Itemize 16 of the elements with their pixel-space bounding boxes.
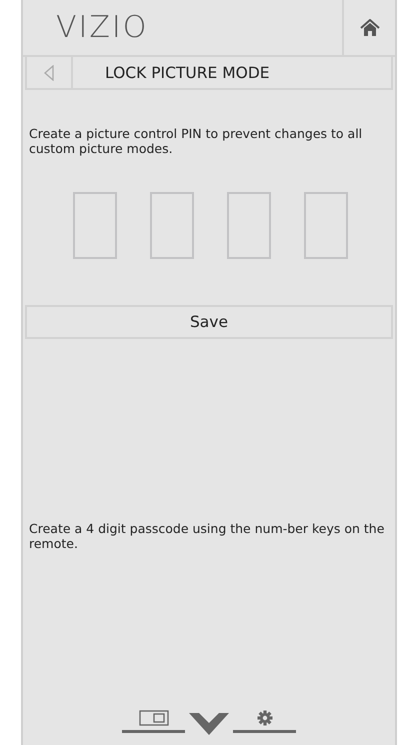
description-text: Create a picture control PIN to prevent changes to all custom picture modes.	[29, 126, 364, 156]
picture-in-picture-icon	[138, 710, 168, 726]
pin-digit-field[interactable]	[304, 192, 348, 259]
hint-text: Create a 4 digit passcode using the num-ber keys on the remote.	[29, 521, 385, 551]
settings-tab[interactable]	[233, 710, 296, 733]
save-button[interactable]: Save	[25, 305, 393, 339]
settings-icon	[256, 710, 272, 726]
pin-digit-field[interactable]	[73, 192, 117, 259]
chevron-logo-icon	[189, 713, 229, 735]
vizio-logo: VIZIO	[55, 9, 150, 47]
home-icon	[360, 18, 380, 36]
screen-title: LOCK PICTURE MODE	[104, 62, 271, 84]
input-tab[interactable]	[122, 710, 185, 733]
back-icon	[44, 64, 54, 80]
pin-digit-field[interactable]	[227, 192, 271, 259]
pin-digit-field[interactable]	[150, 192, 194, 259]
